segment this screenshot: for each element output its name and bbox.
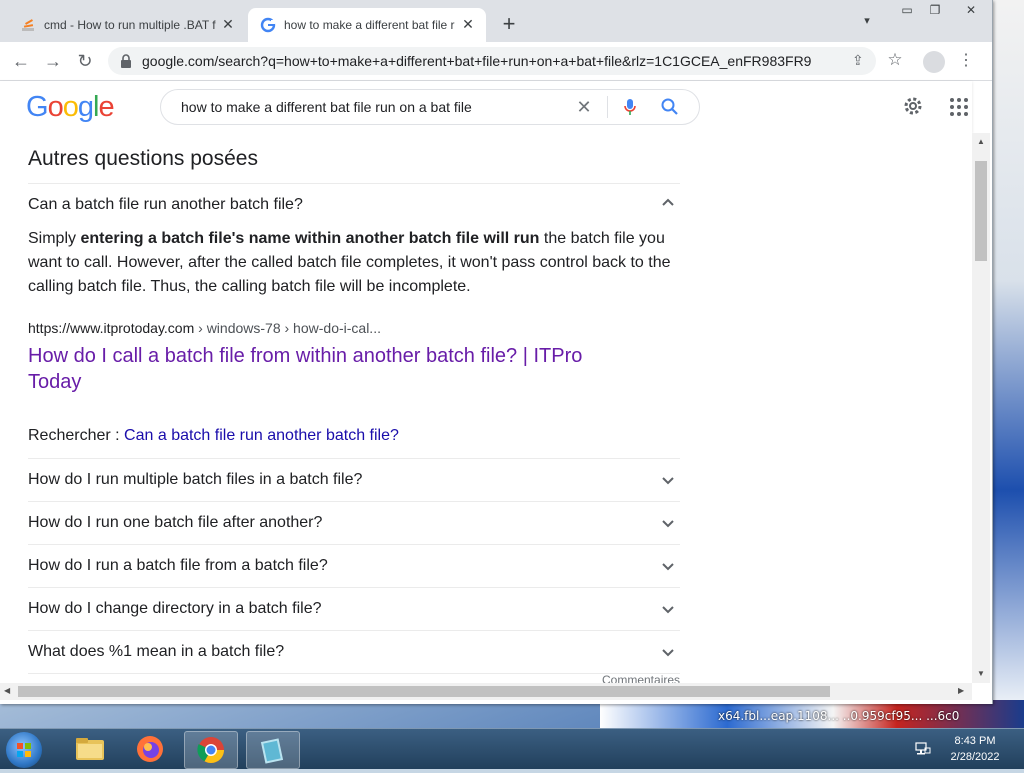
paa-question-row[interactable]: How do I run a batch file from a batch f… — [28, 544, 680, 586]
chrome-menu-icon[interactable]: ⋮ — [958, 50, 974, 72]
back-icon[interactable]: ← — [8, 48, 34, 74]
scroll-down-arrow-icon[interactable]: ▼ — [977, 669, 985, 678]
paa-question-row[interactable]: How do I run multiple batch files in a b… — [28, 458, 680, 500]
google-logo[interactable]: Google — [26, 91, 115, 124]
divider — [28, 673, 680, 674]
tab-title: how to make a different bat file r — [284, 18, 455, 32]
chevron-down-icon[interactable] — [658, 470, 678, 490]
paa-answer: Simply entering a batch file's name with… — [28, 227, 678, 299]
logo-letter: g — [77, 91, 94, 123]
chevron-down-icon[interactable] — [658, 556, 678, 576]
logo-letter: o — [47, 91, 64, 123]
chevron-down-icon[interactable] — [658, 513, 678, 533]
apps-grid-icon[interactable] — [948, 96, 970, 118]
paa-question: What does %1 mean in a batch file? — [28, 643, 285, 660]
folder-icon — [76, 738, 104, 760]
google-favicon-icon — [260, 17, 276, 33]
tab-title: cmd - How to run multiple .BAT f — [44, 18, 216, 32]
restore-button[interactable]: ❐ — [920, 0, 950, 20]
tab-close-icon[interactable]: ✕ — [458, 14, 478, 34]
scroll-right-arrow-icon[interactable]: ▶ — [958, 686, 964, 695]
windows-taskbar: 8:43 PM 2/28/2022 — [0, 728, 1024, 769]
result-citation[interactable]: https://www.itprotoday.com › windows-78 … — [28, 320, 381, 336]
vertical-scroll-thumb[interactable] — [975, 161, 987, 261]
search-label: Rechercher : — [28, 427, 125, 444]
search-input[interactable]: how to make a different bat file run on … — [160, 89, 700, 125]
search-results: Autres questions posées Can a batch file… — [0, 133, 972, 683]
close-window-button[interactable]: ✕ — [950, 0, 992, 20]
microphone-icon[interactable] — [619, 96, 641, 118]
tab-cmd[interactable]: cmd - How to run multiple .BAT f ✕ — [8, 8, 246, 42]
clock-time: 8:43 PM — [954, 735, 996, 747]
browser-window: cmd - How to run multiple .BAT f ✕ how t… — [0, 0, 993, 704]
tab-search-icon[interactable]: ▾ — [857, 14, 877, 34]
search-question-link[interactable]: Can a batch file run another batch file? — [124, 427, 399, 444]
vertical-scrollbar[interactable]: ▲ ▼ — [972, 133, 990, 683]
divider — [28, 183, 680, 184]
citation-host: https://www.itprotoday.com — [28, 320, 195, 336]
horizontal-scrollbar[interactable]: ◀ ▶ — [0, 683, 972, 700]
paa-question-expanded[interactable]: Can a batch file run another batch file? — [28, 196, 303, 214]
paa-question-row[interactable]: How do I run one batch file after anothe… — [28, 501, 680, 543]
google-header: Google how to make a different bat file … — [0, 81, 972, 133]
search-query-text[interactable]: how to make a different bat file run on … — [181, 99, 472, 115]
taskbar-explorer[interactable] — [64, 731, 116, 767]
tab-google-search[interactable]: how to make a different bat file r ✕ — [248, 8, 486, 42]
chevron-down-icon[interactable] — [658, 599, 678, 619]
chevron-down-icon[interactable] — [658, 642, 678, 662]
paa-question: How do I change directory in a batch fil… — [28, 600, 322, 617]
answer-text: Simply — [28, 230, 81, 247]
notepad-icon — [260, 738, 284, 764]
new-tab-button[interactable]: + — [496, 12, 522, 38]
paa-question: How do I run a batch file from a batch f… — [28, 557, 328, 574]
browser-toolbar: ← → ↻ google.com/search?q=how+to+make+a+… — [0, 42, 992, 81]
forward-icon[interactable]: → — [40, 48, 66, 74]
address-bar[interactable]: google.com/search?q=how+to+make+a+differ… — [108, 47, 876, 75]
citation-path: › windows-78 › how-do-i-cal... — [194, 320, 381, 336]
clear-search-icon[interactable]: ✕ — [573, 96, 595, 118]
scroll-left-arrow-icon[interactable]: ◀ — [4, 686, 10, 695]
logo-letter: e — [98, 91, 114, 123]
reload-icon[interactable]: ↻ — [72, 48, 98, 74]
bookmark-star-icon[interactable]: ☆ — [884, 50, 906, 72]
taskbar-notepad[interactable] — [246, 731, 300, 769]
network-icon[interactable] — [914, 739, 932, 757]
logo-letter: o — [62, 91, 79, 123]
windows-logo-icon — [17, 743, 31, 757]
desktop-background-text: x64.fbl...eap.1108... ..0.959cf95... ...… — [718, 709, 960, 723]
minimize-button[interactable]: ▭ — [892, 0, 922, 20]
result-title-link[interactable]: How do I call a batch file from within a… — [28, 343, 618, 395]
horizontal-scroll-thumb[interactable] — [18, 686, 830, 697]
url-text: google.com/search?q=how+to+make+a+differ… — [142, 53, 812, 69]
people-also-ask-heading: Autres questions posées — [28, 147, 258, 170]
firefox-icon — [137, 736, 163, 762]
paa-question: How do I run multiple batch files in a b… — [28, 471, 363, 488]
share-icon[interactable]: ⇪ — [852, 52, 870, 70]
start-button[interactable] — [6, 732, 42, 768]
paa-question: How do I run one batch file after anothe… — [28, 514, 323, 531]
taskbar-chrome[interactable] — [184, 731, 238, 769]
search-for-question: Rechercher : Can a batch file run anothe… — [28, 427, 399, 445]
paa-question-row[interactable]: What does %1 mean in a batch file? — [28, 630, 680, 672]
feedback-link[interactable]: Commentaires — [602, 673, 680, 683]
answer-highlight: entering a batch file's name within anot… — [80, 230, 540, 247]
stackoverflow-favicon-icon — [22, 19, 34, 31]
taskbar-firefox[interactable] — [124, 731, 176, 767]
tab-strip: cmd - How to run multiple .BAT f ✕ how t… — [0, 0, 992, 42]
chrome-icon — [197, 737, 225, 764]
logo-letter: G — [26, 91, 49, 123]
clock-date: 2/28/2022 — [950, 751, 1000, 763]
system-clock[interactable]: 8:43 PM 2/28/2022 — [946, 733, 1004, 765]
chevron-up-icon[interactable] — [658, 193, 678, 213]
searchbox-divider — [607, 96, 608, 118]
profile-avatar[interactable] — [923, 51, 945, 73]
paa-question-row[interactable]: How do I change directory in a batch fil… — [28, 587, 680, 629]
gear-icon[interactable] — [902, 95, 924, 117]
lock-icon — [121, 54, 131, 68]
tab-close-icon[interactable]: ✕ — [218, 14, 238, 34]
search-icon[interactable] — [659, 96, 681, 118]
scroll-up-arrow-icon[interactable]: ▲ — [977, 137, 985, 146]
